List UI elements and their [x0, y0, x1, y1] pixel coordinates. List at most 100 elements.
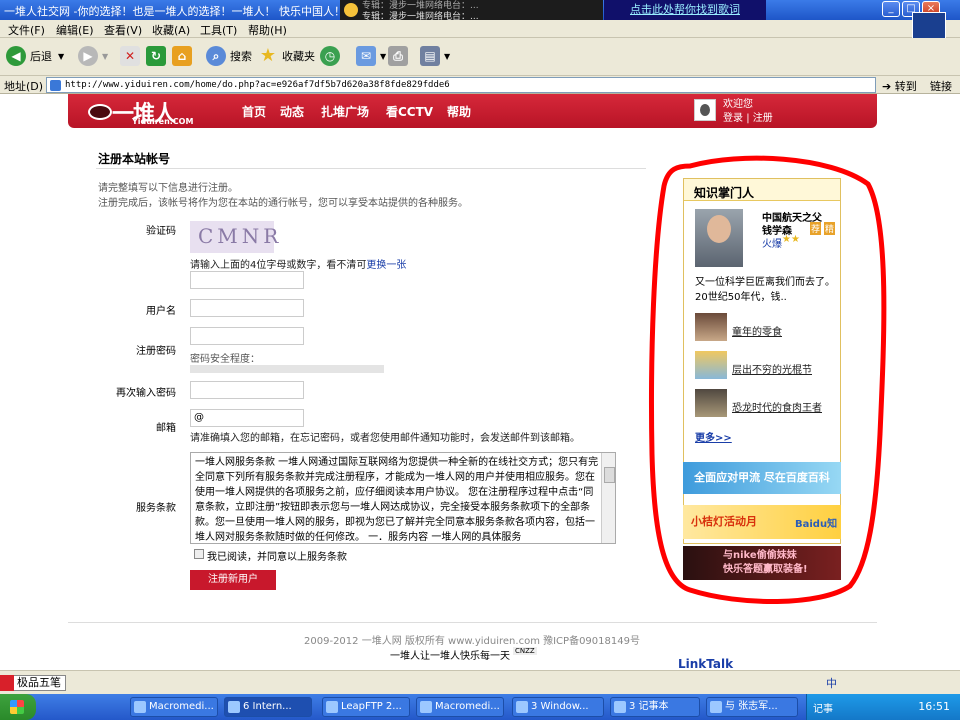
edit-button[interactable]: ▤ ▼	[420, 44, 450, 68]
welcome-text: 欢迎您	[723, 99, 753, 110]
media-player-bar[interactable]: 专辑：漫步一堆网络电台：... 专辑：漫步一堆网络电台：...	[340, 0, 603, 22]
site-logo[interactable]: 一堆人 Yiduiren.COM	[88, 96, 218, 127]
password-label: 注册密码	[136, 346, 176, 357]
sidebar-title: 知识掌门人	[684, 179, 840, 201]
dinosaur-thumbnail[interactable]	[695, 389, 727, 417]
repassword-input[interactable]	[190, 381, 304, 399]
sidebar-link-dinosaur[interactable]: 恐龙时代的食肉王者	[732, 399, 822, 414]
minimize-button[interactable]: _	[882, 1, 900, 17]
address-url: http://www.yiduiren.com/home/do.php?ac=e…	[65, 80, 450, 90]
captcha-input[interactable]	[190, 271, 304, 289]
nav-cctv[interactable]: 看CCTV	[386, 103, 433, 120]
ime-icon	[0, 675, 14, 691]
page-title: 注册本站帐号	[98, 152, 171, 166]
address-input[interactable]: http://www.yiduiren.com/home/do.php?ac=e…	[46, 77, 876, 93]
featured-photo[interactable]	[695, 209, 743, 267]
agree-checkbox[interactable]	[194, 549, 204, 559]
task-macromedia-2[interactable]: Macromedi...	[416, 697, 504, 717]
singles-day-thumbnail[interactable]	[695, 351, 727, 379]
chevron-down-icon[interactable]: ▼	[380, 52, 386, 61]
register-link[interactable]: 注册	[753, 113, 773, 124]
stop-button[interactable]: ✕	[120, 44, 144, 68]
task-macromedia-1[interactable]: Macromedi...	[130, 697, 218, 717]
search-button[interactable]: ⌕ 搜索	[206, 44, 252, 68]
favorites-label: 收藏夹	[282, 50, 315, 63]
task-notepad[interactable]: 3 记事本	[610, 697, 700, 717]
address-bar: 地址(D) http://www.yiduiren.com/home/do.ph…	[0, 76, 960, 94]
ime-toolbar[interactable]: 极品五笔	[0, 675, 66, 691]
lyrics-help-link[interactable]: 点击此处帮你找到歌词	[604, 0, 766, 20]
avatar[interactable]	[694, 99, 716, 121]
ad-nike[interactable]: 与nike偷偷妹妹 快乐答题赢取装备!	[683, 546, 841, 580]
ad-baidu-baike[interactable]: 全面应对甲流 尽在百度百科	[683, 462, 841, 494]
nav-plaza[interactable]: 扎堆广场	[321, 103, 369, 120]
task-internet-explorer[interactable]: 6 Intern...	[224, 697, 312, 717]
web-page: 一堆人 Yiduiren.COM 首页 动态 扎堆广场 看CCTV 帮助 欢迎您…	[0, 94, 960, 670]
print-button[interactable]: ⎙	[388, 44, 412, 68]
ad-baidu-zhidao[interactable]: 小桔灯活动月 Baidu知道	[683, 505, 841, 564]
recommend-badge: 荐	[810, 222, 822, 235]
ime-status-text[interactable]: 中	[826, 675, 837, 691]
menu-file[interactable]: 文件(F)	[8, 22, 45, 38]
captcha-image: CMNR	[190, 221, 278, 253]
repassword-label: 再次输入密码	[116, 388, 176, 399]
password-input[interactable]	[190, 327, 304, 345]
intro-text-2: 注册完成后，该帐号将作为您在本站的通行帐号，您可以享受本站提供的各种服务。	[98, 198, 468, 209]
go-button[interactable]: ➔ 转到	[882, 78, 917, 94]
captcha-hint: 请输入上面的4位字母或数字，看不清可更换一张	[190, 256, 406, 271]
taskbar: Macromedi... 6 Intern... LeapFTP 2... Ma…	[0, 694, 960, 720]
menu-tools[interactable]: 工具(T)	[200, 22, 237, 38]
sidebar-link-snacks[interactable]: 童年的零食	[732, 323, 782, 338]
chevron-down-icon[interactable]: ▼	[444, 52, 450, 61]
document-icon: ▤	[420, 46, 440, 66]
system-tray: 记事 16:51	[806, 694, 960, 720]
terms-text: 一堆人网服务条款 一堆人网通过国际互联网络为您提供一种全新的在线社交方式；您只有…	[195, 457, 599, 543]
links-button[interactable]: 链接	[930, 78, 952, 94]
captcha-label: 验证码	[146, 226, 176, 237]
captcha-refresh-link[interactable]: 更换一张	[366, 260, 406, 271]
favorites-button[interactable]: ★ 收藏夹	[258, 44, 315, 68]
featured-badge: 精	[824, 222, 836, 235]
menu-edit[interactable]: 编辑(E)	[56, 22, 94, 38]
logo-swirl-icon	[88, 104, 112, 120]
chevron-down-icon[interactable]: ▼	[58, 52, 64, 61]
home-button[interactable]: ⌂	[172, 44, 196, 68]
forward-button[interactable]: ▶ ▼	[78, 44, 108, 68]
go-label: 转到	[894, 80, 917, 93]
linktalk-logo[interactable]: LinkTalk	[678, 657, 733, 670]
menu-view[interactable]: 查看(V)	[104, 22, 142, 38]
task-leapftp[interactable]: LeapFTP 2...	[322, 697, 410, 717]
nav-activity[interactable]: 动态	[280, 103, 304, 120]
search-label: 搜索	[230, 50, 252, 63]
refresh-button[interactable]: ↻	[146, 44, 170, 68]
refresh-icon: ↻	[146, 46, 166, 66]
chevron-down-icon[interactable]: ▼	[102, 52, 108, 61]
back-label: 后退	[30, 50, 52, 63]
cnzz-badge[interactable]: CNZZ	[513, 647, 537, 655]
start-button[interactable]	[0, 694, 36, 720]
task-chat[interactable]: 与 张志军...	[706, 697, 798, 717]
mail-button[interactable]: ✉ ▼	[356, 44, 386, 68]
slogan-text: 一堆人让一堆人快乐每一天	[390, 651, 510, 662]
register-submit-button[interactable]: 注册新用户	[190, 570, 276, 590]
terms-textarea[interactable]: 一堆人网服务条款 一堆人网通过国际互联网络为您提供一种全新的在线社交方式；您只有…	[190, 452, 616, 544]
username-input[interactable]	[190, 299, 304, 317]
nav-home[interactable]: 首页	[242, 103, 266, 120]
sidebar-link-singles-day[interactable]: 层出不穷的光棍节	[732, 361, 812, 376]
tray-label[interactable]: 记事	[813, 700, 833, 715]
menu-help[interactable]: 帮助(H)	[248, 22, 287, 38]
history-button[interactable]: ◷	[320, 44, 344, 68]
menu-favorites[interactable]: 收藏(A)	[152, 22, 190, 38]
menu-bar: 文件(F) 编辑(E) 查看(V) 收藏(A) 工具(T) 帮助(H)	[0, 20, 960, 38]
snack-thumbnail[interactable]	[695, 313, 727, 341]
task-windows-explorer[interactable]: 3 Window...	[512, 697, 604, 717]
terms-scrollbar[interactable]	[601, 453, 615, 543]
login-link[interactable]: 登录	[723, 113, 743, 124]
intro-text-1: 请完整填写以下信息进行注册。	[98, 183, 238, 194]
separator: |	[746, 113, 750, 124]
email-input[interactable]: @	[190, 409, 304, 427]
forward-arrow-icon: ▶	[78, 46, 98, 66]
sidebar-more-link[interactable]: 更多>>	[695, 429, 732, 444]
nav-help[interactable]: 帮助	[447, 103, 471, 120]
back-button[interactable]: ◀ 后退 ▼	[6, 44, 64, 68]
